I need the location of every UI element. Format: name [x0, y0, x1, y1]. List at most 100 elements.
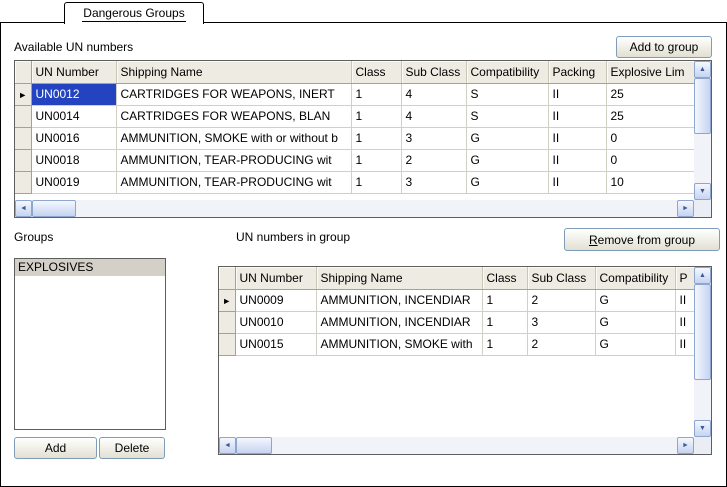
horizontal-scrollbar[interactable]: ◄ ► — [219, 437, 694, 454]
cell-packing[interactable]: II — [675, 333, 694, 355]
cell-packing[interactable]: II — [548, 83, 606, 105]
cell-shipping-name[interactable]: AMMUNITION, SMOKE with or without b — [116, 127, 351, 149]
cell-packing[interactable]: II — [548, 105, 606, 127]
cell-explosive-limit[interactable]: 0 — [606, 127, 694, 149]
scroll-right-button[interactable]: ► — [677, 437, 694, 454]
cell-class[interactable]: 1 — [482, 311, 527, 333]
scroll-down-button[interactable]: ▼ — [694, 420, 711, 437]
cell-packing[interactable]: II — [675, 289, 694, 311]
table-row[interactable]: UN0019 AMMUNITION, TEAR-PRODUCING wit 1 … — [15, 171, 694, 193]
cell-compatibility[interactable]: S — [466, 105, 548, 127]
cell-shipping-name[interactable]: AMMUNITION, TEAR-PRODUCING wit — [116, 149, 351, 171]
cell-un-number[interactable]: UN0019 — [31, 171, 116, 193]
cell-compatibility[interactable]: G — [595, 289, 675, 311]
cell-un-number[interactable]: UN0009 — [235, 289, 316, 311]
row-selector-cell[interactable] — [15, 171, 31, 193]
row-selector-cell[interactable] — [15, 149, 31, 171]
cell-un-number[interactable]: UN0015 — [235, 333, 316, 355]
cell-un-number[interactable]: UN0014 — [31, 105, 116, 127]
column-header-shipping-name[interactable]: Shipping Name — [116, 61, 351, 83]
groups-listbox[interactable]: EXPLOSIVES — [14, 258, 166, 430]
scroll-left-button[interactable]: ◄ — [219, 437, 236, 454]
column-header-packing[interactable]: Packing — [548, 61, 606, 83]
cell-class[interactable]: 1 — [351, 127, 401, 149]
cell-class[interactable]: 1 — [351, 105, 401, 127]
scroll-up-button[interactable]: ▲ — [694, 267, 711, 284]
cell-sub-class[interactable]: 4 — [401, 83, 466, 105]
table-row[interactable]: ► UN0012 CARTRIDGES FOR WEAPONS, INERT 1… — [15, 83, 694, 105]
cell-sub-class[interactable]: 2 — [401, 149, 466, 171]
add-group-button[interactable]: Add — [14, 437, 97, 459]
column-header-un-number[interactable]: UN Number — [31, 61, 116, 83]
cell-class[interactable]: 1 — [482, 333, 527, 355]
cell-compatibility[interactable]: G — [466, 127, 548, 149]
column-header-sub-class[interactable]: Sub Class — [401, 61, 466, 83]
cell-packing[interactable]: II — [548, 127, 606, 149]
cell-class[interactable]: 1 — [351, 171, 401, 193]
vertical-scrollbar[interactable]: ▲ ▼ — [694, 61, 711, 200]
row-selector-cell[interactable] — [219, 311, 235, 333]
table-row[interactable]: UN0015 AMMUNITION, SMOKE with 1 2 G II — [219, 333, 694, 355]
table-row[interactable]: UN0014 CARTRIDGES FOR WEAPONS, BLAN 1 4 … — [15, 105, 694, 127]
cell-class[interactable]: 1 — [482, 289, 527, 311]
table-row[interactable]: UN0010 AMMUNITION, INCENDIAR 1 3 G II — [219, 311, 694, 333]
cell-explosive-limit[interactable]: 0 — [606, 149, 694, 171]
table-row[interactable]: UN0016 AMMUNITION, SMOKE with or without… — [15, 127, 694, 149]
cell-sub-class[interactable]: 3 — [401, 171, 466, 193]
cell-sub-class[interactable]: 3 — [401, 127, 466, 149]
column-header-explosive-limit[interactable]: Explosive Lim — [606, 61, 694, 83]
add-to-group-button[interactable]: Add to group — [616, 36, 712, 58]
column-header-shipping-name[interactable]: Shipping Name — [316, 267, 482, 289]
cell-sub-class[interactable]: 4 — [401, 105, 466, 127]
remove-from-group-button[interactable]: Remove from group — [564, 228, 720, 251]
column-header-compatibility[interactable]: Compatibility — [466, 61, 548, 83]
cell-compatibility[interactable]: G — [466, 171, 548, 193]
cell-sub-class[interactable]: 2 — [527, 289, 595, 311]
cell-shipping-name[interactable]: CARTRIDGES FOR WEAPONS, BLAN — [116, 105, 351, 127]
column-header-compatibility[interactable]: Compatibility — [595, 267, 675, 289]
cell-shipping-name[interactable]: AMMUNITION, INCENDIAR — [316, 311, 482, 333]
column-header-sub-class[interactable]: Sub Class — [527, 267, 595, 289]
column-header-class[interactable]: Class — [482, 267, 527, 289]
cell-packing[interactable]: II — [548, 149, 606, 171]
cell-explosive-limit[interactable]: 25 — [606, 105, 694, 127]
table-row[interactable]: ► UN0009 AMMUNITION, INCENDIAR 1 2 G II — [219, 289, 694, 311]
table-row[interactable]: UN0018 AMMUNITION, TEAR-PRODUCING wit 1 … — [15, 149, 694, 171]
cell-shipping-name[interactable]: AMMUNITION, SMOKE with — [316, 333, 482, 355]
scroll-right-button[interactable]: ► — [677, 200, 694, 217]
cell-sub-class[interactable]: 2 — [527, 333, 595, 355]
cell-sub-class[interactable]: 3 — [527, 311, 595, 333]
cell-un-number[interactable]: UN0018 — [31, 149, 116, 171]
scroll-thumb[interactable] — [32, 200, 76, 217]
column-header-un-number[interactable]: UN Number — [235, 267, 316, 289]
tab-dangerous-groups[interactable]: Dangerous Groups — [64, 2, 204, 24]
scroll-left-button[interactable]: ◄ — [15, 200, 32, 217]
cell-shipping-name[interactable]: AMMUNITION, INCENDIAR — [316, 289, 482, 311]
scroll-thumb[interactable] — [694, 78, 711, 134]
row-selector-cell[interactable]: ► — [15, 83, 31, 105]
cell-compatibility[interactable]: S — [466, 83, 548, 105]
cell-explosive-limit[interactable]: 10 — [606, 171, 694, 193]
cell-packing[interactable]: II — [675, 311, 694, 333]
cell-un-number[interactable]: UN0010 — [235, 311, 316, 333]
cell-compatibility[interactable]: G — [466, 149, 548, 171]
column-header-class[interactable]: Class — [351, 61, 401, 83]
horizontal-scrollbar[interactable]: ◄ ► — [15, 200, 694, 217]
cell-compatibility[interactable]: G — [595, 311, 675, 333]
scroll-down-button[interactable]: ▼ — [694, 183, 711, 200]
row-selector-cell[interactable] — [219, 333, 235, 355]
scroll-thumb[interactable] — [694, 284, 711, 380]
cell-packing[interactable]: II — [548, 171, 606, 193]
cell-un-number[interactable]: UN0012 — [31, 83, 116, 105]
cell-class[interactable]: 1 — [351, 83, 401, 105]
cell-explosive-limit[interactable]: 25 — [606, 83, 694, 105]
list-item-explosives[interactable]: EXPLOSIVES — [15, 259, 165, 276]
cell-compatibility[interactable]: G — [595, 333, 675, 355]
column-header-packing-truncated[interactable]: P — [675, 267, 694, 289]
cell-shipping-name[interactable]: AMMUNITION, TEAR-PRODUCING wit — [116, 171, 351, 193]
row-selector-cell[interactable]: ► — [219, 289, 235, 311]
vertical-scrollbar[interactable]: ▲ ▼ — [694, 267, 711, 437]
scroll-up-button[interactable]: ▲ — [694, 61, 711, 78]
scroll-thumb[interactable] — [236, 437, 272, 454]
row-selector-cell[interactable] — [15, 127, 31, 149]
